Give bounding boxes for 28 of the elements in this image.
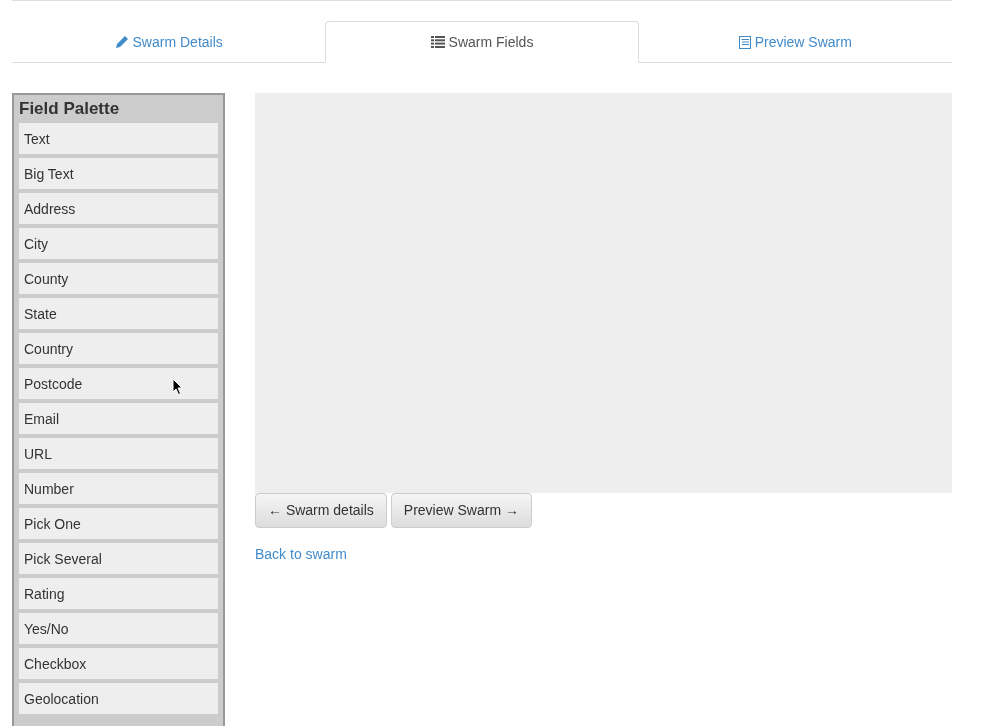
palette-field-item[interactable]: State: [19, 298, 218, 330]
palette-field-item[interactable]: Geolocation: [19, 683, 218, 715]
tab[interactable]: Preview Swarm: [638, 21, 952, 63]
palette-field-item[interactable]: Postcode: [19, 368, 218, 400]
palette-field-item[interactable]: Email: [19, 403, 218, 435]
tab[interactable]: Swarm Details: [12, 21, 326, 63]
mouse-cursor-icon: [172, 378, 184, 396]
nav-button[interactable]: ← Swarm details: [255, 493, 387, 528]
palette-field-item[interactable]: City: [19, 228, 218, 260]
document-icon: [738, 35, 751, 49]
tab[interactable]: Swarm Fields: [325, 21, 639, 63]
palette-field-item[interactable]: Pick Several: [19, 543, 218, 575]
palette-field-item[interactable]: Address: [19, 193, 218, 225]
palette-field-item[interactable]: Pick One: [19, 508, 218, 540]
pencil-icon: [114, 35, 129, 49]
palette-field-item[interactable]: Rating: [19, 578, 218, 610]
list-icon: [430, 36, 445, 48]
palette-field-item[interactable]: Yes/No: [19, 613, 218, 645]
palette-title: Field Palette: [19, 99, 121, 120]
palette-field-item[interactable]: Number: [19, 473, 218, 505]
palette-field-item[interactable]: Checkbox: [19, 648, 218, 680]
palette-field-item[interactable]: Big Text: [19, 158, 218, 190]
palette-field-item[interactable]: Country: [19, 333, 218, 365]
nav-button[interactable]: Preview Swarm →: [390, 493, 532, 528]
palette-field-item[interactable]: Text: [19, 123, 218, 155]
palette-field-item[interactable]: County: [19, 263, 218, 295]
palette-field-item[interactable]: URL: [19, 438, 218, 470]
back-link[interactable]: Back to swarm: [255, 546, 347, 562]
